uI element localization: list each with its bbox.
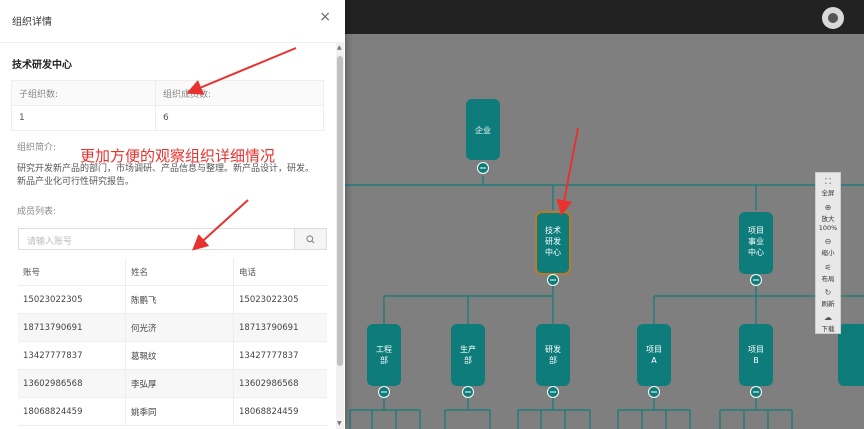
- cell-name: 何光济: [125, 313, 234, 342]
- table-row[interactable]: 13427777837 葛珮纹 13427777837: [18, 341, 327, 370]
- member-count-label: 组织成员数:: [155, 80, 324, 106]
- zoom-out-button[interactable]: ⊖ 缩小: [816, 237, 840, 257]
- sub-count-label: 子组织数:: [11, 80, 156, 106]
- node-root-label: 企业: [475, 125, 491, 135]
- zoom-in-icon: ⊕: [824, 203, 832, 212]
- collapse-icon[interactable]: [378, 386, 390, 398]
- org-description: 研究开发新产品的部门，市场调研、产品信息与整理。新产品设计，研发。新品产业化可行…: [17, 164, 315, 187]
- node-proj-a[interactable]: [637, 324, 671, 386]
- avatar[interactable]: [822, 7, 844, 29]
- collapse-icon[interactable]: [547, 386, 559, 398]
- refresh-icon: ↻: [824, 288, 832, 297]
- org-detail-drawer: 组织详情 × 技术研发中心 子组织数: 组织成员数: 1 6 组织简介: 研究开…: [0, 0, 345, 429]
- cell-phone: 15023022305: [233, 285, 327, 314]
- node-eng[interactable]: [367, 324, 401, 386]
- drawer-title: 组织详情: [12, 17, 52, 28]
- collapse-icon[interactable]: [547, 274, 559, 286]
- table-row[interactable]: 18068824459 姚季同 18068824459: [18, 397, 327, 426]
- member-search: [18, 228, 327, 252]
- col-account: 账号: [18, 258, 126, 286]
- collapse-icon[interactable]: [750, 386, 762, 398]
- member-table: 账号 姓名 电话 15023022305 陈鹏飞 15023022305 187…: [18, 258, 327, 426]
- scroll-up-icon[interactable]: ▲: [337, 44, 342, 51]
- collapse-icon[interactable]: [750, 274, 762, 286]
- scrollbar-thumb[interactable]: [337, 56, 343, 366]
- col-name: 姓名: [125, 258, 234, 286]
- collapse-icon[interactable]: [462, 386, 474, 398]
- close-icon[interactable]: ×: [319, 9, 331, 25]
- node-proj-b[interactable]: [739, 324, 773, 386]
- cell-phone: 18713790691: [233, 313, 327, 342]
- col-phone: 电话: [233, 258, 327, 286]
- cell-phone: 13427777837: [233, 341, 327, 370]
- table-row[interactable]: 13602986568 李弘厚 13602986568: [18, 369, 327, 398]
- refresh-button[interactable]: ↻ 刷新: [816, 288, 840, 308]
- node-partial[interactable]: [838, 324, 864, 386]
- search-input[interactable]: [19, 232, 305, 252]
- cell-phone: 18068824459: [233, 397, 327, 426]
- member-list-label: 成员列表:: [17, 207, 57, 217]
- org-info-table: 子组织数: 组织成员数: 1 6: [11, 80, 324, 131]
- org-name: 技术研发中心: [12, 60, 72, 71]
- layout-button[interactable]: ⚟ 布局: [816, 263, 840, 283]
- table-row[interactable]: 18713790691 何光济 18713790691: [18, 313, 327, 342]
- user-icon: [828, 13, 838, 23]
- download-icon: ☁: [824, 313, 832, 322]
- cell-name: 姚季同: [125, 397, 234, 426]
- cell-account: 13427777837: [18, 341, 126, 370]
- zoom-out-icon: ⊖: [824, 237, 832, 246]
- member-count-value: 6: [155, 105, 324, 131]
- scroll-down-icon[interactable]: ▼: [337, 420, 342, 427]
- collapse-icon[interactable]: [477, 162, 489, 174]
- collapse-icon[interactable]: [648, 386, 660, 398]
- cell-phone: 13602986568: [233, 369, 327, 398]
- layout-icon: ⚟: [824, 263, 832, 272]
- node-rd[interactable]: [536, 324, 570, 386]
- fullscreen-button[interactable]: ⛶ 全屏: [816, 177, 840, 197]
- drawer-header: 组织详情 ×: [0, 0, 345, 43]
- cell-account: 18713790691: [18, 313, 126, 342]
- cell-name: 李弘厚: [125, 369, 234, 398]
- zoom-level: 100%: [818, 224, 838, 232]
- annotation-text: 更加方便的观察组织详细情况: [80, 147, 276, 165]
- cell-name: 葛珮纹: [125, 341, 234, 370]
- search-button[interactable]: [294, 229, 326, 249]
- table-row[interactable]: 15023022305 陈鹏飞 15023022305: [18, 285, 327, 314]
- drawer-scrollbar[interactable]: ▲ ▼: [336, 42, 344, 429]
- sub-count-value: 1: [11, 105, 156, 131]
- cell-account: 13602986568: [18, 369, 126, 398]
- chart-toolbar: ⛶ 全屏 ⊕ 放大 100% ⊖ 缩小 ⚟ 布局 ↻ 刷新 ☁ 下载: [815, 172, 841, 334]
- cell-account: 15023022305: [18, 285, 126, 314]
- node-tech-center-label: 技术研发中心: [545, 225, 561, 257]
- download-button[interactable]: ☁ 下载: [816, 313, 840, 333]
- cell-account: 18068824459: [18, 397, 126, 426]
- cell-name: 陈鹏飞: [125, 285, 234, 314]
- node-prod[interactable]: [451, 324, 485, 386]
- zoom-in-button[interactable]: ⊕ 放大: [816, 203, 840, 223]
- fullscreen-icon: ⛶: [825, 177, 831, 186]
- search-icon: [306, 234, 315, 243]
- tree-connectors: [345, 176, 864, 429]
- node-project-center-label: 项目事业中心: [748, 226, 764, 257]
- desc-label: 组织简介:: [17, 143, 57, 153]
